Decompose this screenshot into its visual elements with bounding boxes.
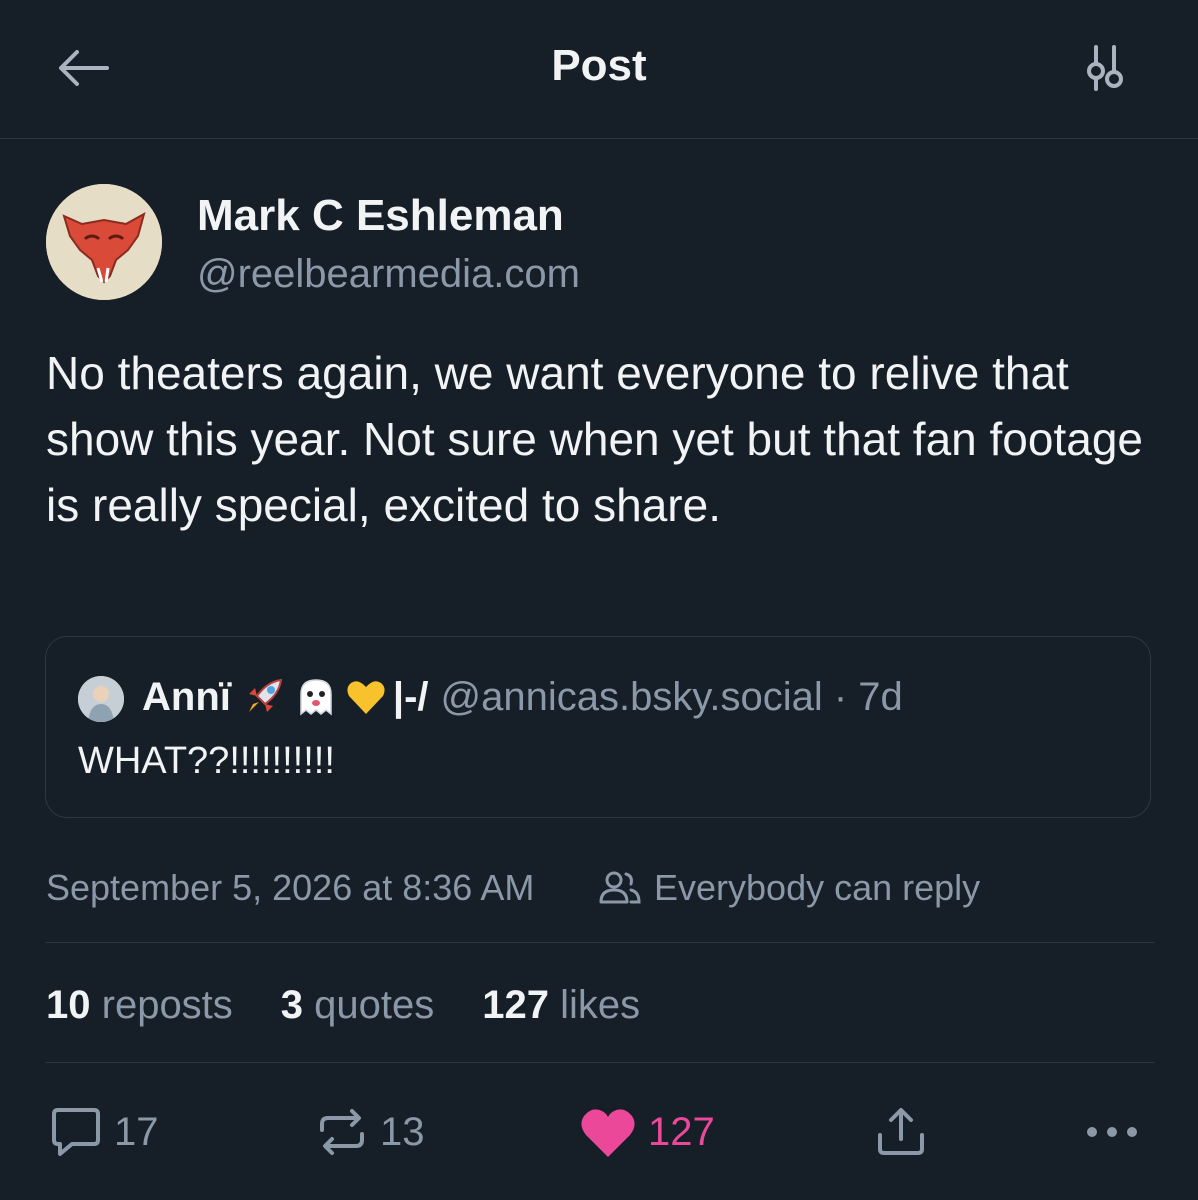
heart-icon: [581, 1109, 635, 1157]
like-button[interactable]: 127: [578, 1100, 715, 1164]
divider: [46, 942, 1154, 943]
engagement-stats: 10 reposts 3 quotes 127 likes: [46, 980, 688, 1030]
post-timestamp: September 5, 2026 at 8:36 AM: [46, 867, 535, 908]
red-bear-logo-icon: [46, 184, 162, 300]
reposts-label: reposts: [101, 983, 233, 1027]
rocket-icon: [241, 674, 287, 720]
reply-bubble-icon: [52, 1108, 100, 1156]
yellow-heart-icon: [343, 674, 389, 720]
post-text: No theaters again, we want everyone to r…: [46, 347, 1143, 531]
quote-handle-time: @annicas.bsky.social · 7d: [440, 675, 903, 719]
likes-label: likes: [560, 983, 641, 1027]
sliders-icon: [1087, 45, 1123, 91]
author-handle[interactable]: @reelbearmedia.com: [197, 250, 580, 298]
repost-count: 13: [380, 1109, 425, 1154]
divider: [46, 1062, 1154, 1063]
reposts-count: 10: [46, 983, 91, 1027]
repost-button[interactable]: 13: [314, 1100, 425, 1164]
quote-header: Annï |-/ @annicas.bsky.social · 7d: [142, 672, 903, 722]
quotes-stat[interactable]: 3 quotes: [281, 980, 434, 1030]
likes-stat[interactable]: 127 likes: [482, 980, 640, 1030]
filter-button[interactable]: [1072, 40, 1138, 96]
reply-setting-label: Everybody can reply: [654, 867, 981, 908]
ghost-icon: [293, 674, 339, 720]
author-avatar[interactable]: [46, 184, 162, 300]
likes-count: 127: [482, 983, 550, 1027]
reposts-stat[interactable]: 10 reposts: [46, 980, 233, 1030]
reply-count: 17: [114, 1109, 159, 1154]
like-count: 127: [648, 1109, 715, 1154]
more-options-button[interactable]: [1084, 1100, 1140, 1164]
share-button[interactable]: [874, 1100, 928, 1164]
more-dots-icon: [1087, 1127, 1137, 1137]
quote-author-name: Annï: [142, 675, 231, 719]
share-upload-icon: [878, 1108, 924, 1155]
reply-setting[interactable]: Everybody can reply: [598, 866, 980, 910]
author-name[interactable]: Mark C Eshleman: [197, 190, 564, 242]
quoted-post[interactable]: [45, 636, 1151, 818]
quote-avatar: [78, 676, 124, 722]
quote-text: WHAT??!!!!!!!!!!: [78, 740, 335, 782]
people-icon: [599, 871, 641, 904]
reply-button[interactable]: 17: [48, 1100, 159, 1164]
quote-name-suffix: |-/: [392, 675, 429, 719]
page-title: Post: [551, 41, 647, 90]
quotes-count: 3: [280, 983, 304, 1027]
repost-arrows-icon: [320, 1109, 364, 1155]
quotes-label: quotes: [314, 983, 435, 1027]
avatar-photo-icon: [78, 676, 124, 722]
